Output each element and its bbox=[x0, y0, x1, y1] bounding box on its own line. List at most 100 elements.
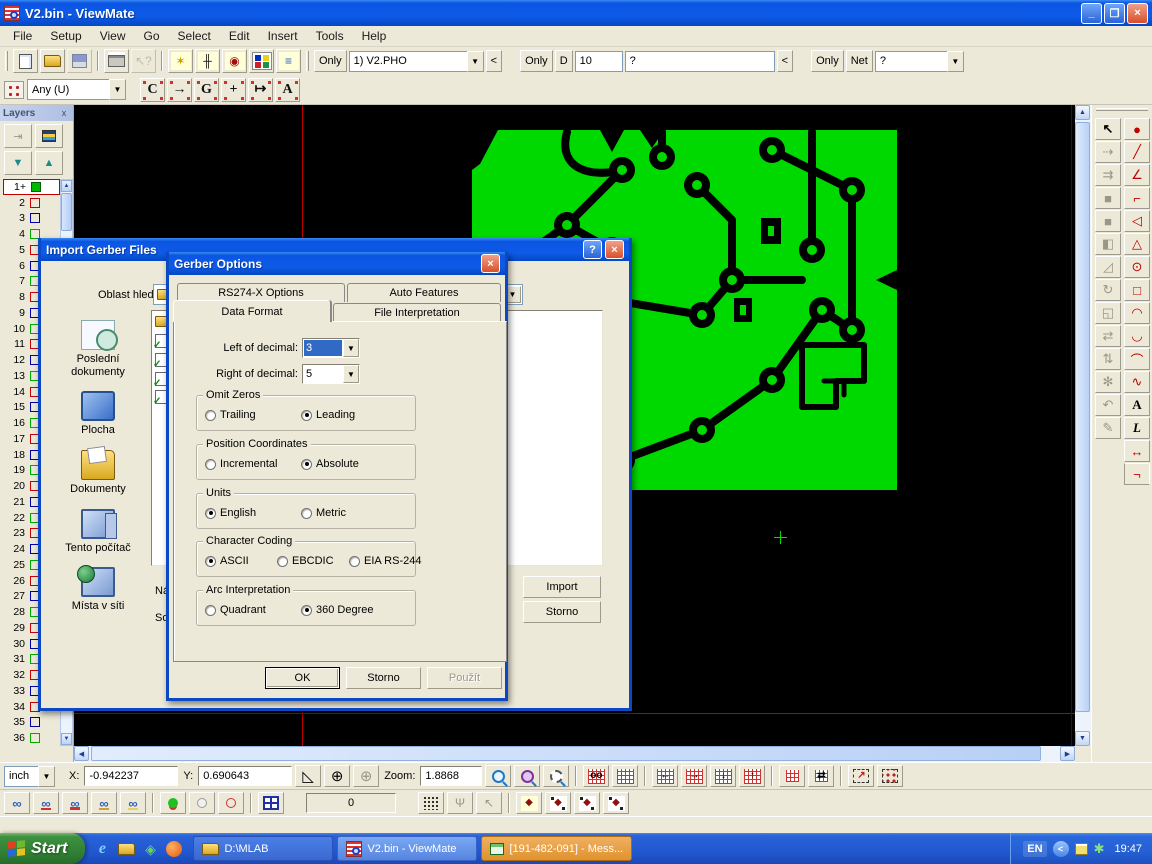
scroll-down-icon[interactable]: ▼ bbox=[1075, 731, 1090, 746]
layer-color-swatch[interactable] bbox=[31, 182, 41, 192]
highlight-outline-button[interactable] bbox=[218, 792, 244, 814]
radio-icon[interactable] bbox=[349, 556, 360, 567]
zoom-grid-button[interactable] bbox=[514, 765, 540, 787]
green-app-icon[interactable]: ◈ bbox=[141, 840, 159, 858]
radio-icon[interactable] bbox=[301, 410, 312, 421]
minimize-button[interactable]: _ bbox=[1081, 3, 1102, 24]
radio-360-degree[interactable]: 360 Degree bbox=[301, 604, 397, 616]
scroll-up-icon[interactable]: ▲ bbox=[1075, 105, 1090, 120]
view-layers-button[interactable]: ∞ bbox=[33, 792, 59, 814]
layer-stack-button[interactable] bbox=[35, 124, 63, 148]
dcode-button[interactable]: D bbox=[555, 50, 573, 72]
draw-polyline-button[interactable]: ∠ bbox=[1124, 164, 1150, 186]
highlight-on-button[interactable] bbox=[160, 792, 186, 814]
grid-toggle-button[interactable] bbox=[612, 765, 638, 787]
selection-pattern-icon[interactable] bbox=[4, 81, 24, 99]
gerber-dialog-titlebar[interactable]: Gerber Options × bbox=[169, 252, 505, 275]
radio-icon[interactable] bbox=[277, 556, 288, 567]
select-pad-button[interactable]: + bbox=[221, 78, 246, 102]
radio-incremental[interactable]: Incremental bbox=[205, 458, 301, 470]
zoom-value-field[interactable]: 1.8868 bbox=[420, 766, 482, 786]
flash-highlight-button[interactable]: ✶ bbox=[168, 49, 193, 73]
place-desktop[interactable]: Plocha bbox=[52, 391, 144, 437]
dcode-query-input[interactable]: ? bbox=[625, 51, 775, 72]
grid-points-button[interactable] bbox=[418, 792, 444, 814]
radio-icon[interactable] bbox=[301, 605, 312, 616]
layer-row-36[interactable]: 36 bbox=[3, 730, 60, 746]
radio-english[interactable]: English bbox=[205, 507, 301, 519]
layer-color-swatch[interactable] bbox=[30, 198, 40, 208]
radio-icon[interactable] bbox=[301, 459, 312, 470]
radio-absolute[interactable]: Absolute bbox=[301, 458, 397, 470]
table-button[interactable] bbox=[258, 792, 284, 814]
pan-up-button[interactable]: ↑ bbox=[739, 765, 765, 787]
pan-right-button[interactable]: → bbox=[681, 765, 707, 787]
menu-help[interactable]: Help bbox=[353, 27, 396, 45]
chevron-down-icon[interactable]: ▼ bbox=[947, 51, 964, 72]
menu-file[interactable]: File bbox=[4, 27, 41, 45]
layer-up-button[interactable]: ▲ bbox=[35, 151, 63, 175]
view-board-button[interactable]: ∞ bbox=[120, 792, 146, 814]
radio-metric[interactable]: Metric bbox=[301, 507, 397, 519]
select-net-button[interactable]: ↦ bbox=[248, 78, 273, 102]
select-component-button[interactable]: C bbox=[140, 78, 165, 102]
only-net-button[interactable]: Only bbox=[811, 50, 844, 72]
start-button[interactable]: Start bbox=[0, 833, 85, 864]
prev-layer-button[interactable]: < bbox=[486, 50, 502, 72]
draw-rectangle-button[interactable]: □ bbox=[1124, 279, 1150, 301]
close-button[interactable]: × bbox=[605, 240, 624, 259]
pad-mirror-button[interactable] bbox=[603, 792, 629, 814]
place-computer[interactable]: Tento počítač bbox=[52, 509, 144, 555]
layer-row-3[interactable]: 3 bbox=[3, 211, 60, 227]
left-of-decimal-combo[interactable]: 3 ▼ bbox=[302, 338, 360, 358]
task-mlab[interactable]: D:\MLAB bbox=[193, 836, 333, 861]
dcode-value-input[interactable]: 10 bbox=[575, 51, 623, 72]
ie-icon[interactable]: e bbox=[93, 840, 111, 858]
grid-partial-button[interactable] bbox=[779, 765, 805, 787]
place-recent[interactable]: Poslední dokumenty bbox=[52, 320, 144, 378]
prev-dcode-button[interactable]: < bbox=[777, 50, 793, 72]
net-button[interactable]: Net bbox=[846, 50, 873, 72]
draw-corner-button[interactable]: ⌐ bbox=[1124, 187, 1150, 209]
draw-pad-button[interactable]: ● bbox=[1124, 118, 1150, 140]
cancel-button[interactable]: Storno bbox=[346, 667, 421, 689]
task-viewmate[interactable]: V2.bin - ViewMate bbox=[337, 836, 477, 861]
menu-insert[interactable]: Insert bbox=[259, 27, 307, 45]
draw-ellipse-arc-button[interactable]: ⌒ bbox=[1124, 348, 1150, 370]
draw-chord-arc-button[interactable]: ◠ bbox=[1124, 302, 1150, 324]
draw-line-button[interactable]: ╱ bbox=[1124, 141, 1150, 163]
maximize-button[interactable]: ❐ bbox=[1104, 3, 1125, 24]
radio-icon[interactable] bbox=[205, 556, 216, 567]
scroll-thumb[interactable] bbox=[91, 746, 1041, 761]
measure-glasses-button[interactable]: ≡ bbox=[276, 49, 301, 73]
scroll-up-icon[interactable]: ▲ bbox=[61, 180, 72, 192]
ok-button[interactable]: OK bbox=[265, 667, 340, 689]
select-trace-button[interactable]: → bbox=[167, 78, 192, 102]
zoom-window-button[interactable] bbox=[543, 765, 569, 787]
radio-quadrant[interactable]: Quadrant bbox=[205, 604, 301, 616]
new-file-button[interactable] bbox=[13, 49, 38, 73]
print-button[interactable] bbox=[104, 49, 129, 73]
grid-dcodes-button[interactable]: oo bbox=[583, 765, 609, 787]
layer-color-swatch[interactable] bbox=[30, 717, 40, 727]
draw-circle-button[interactable]: ⊙ bbox=[1124, 256, 1150, 278]
radio-icon[interactable] bbox=[205, 508, 216, 519]
layer-advance-button[interactable]: ⇥ bbox=[4, 124, 32, 148]
tab-data-format[interactable]: Data Format bbox=[173, 300, 331, 322]
resize-window-button[interactable]: ↗ bbox=[848, 765, 874, 787]
only-dcode-button[interactable]: Only bbox=[520, 50, 553, 72]
layer-down-button[interactable]: ▼ bbox=[4, 151, 32, 175]
scroll-right-icon[interactable]: ▶ bbox=[1060, 746, 1075, 761]
chevron-down-icon[interactable]: ▼ bbox=[343, 339, 359, 357]
layer-row-35[interactable]: 35 bbox=[3, 715, 60, 731]
open-file-button[interactable] bbox=[40, 49, 65, 73]
help-button[interactable]: ? bbox=[583, 240, 602, 259]
grid-move-button[interactable]: ⇄ bbox=[808, 765, 834, 787]
pan-down-button[interactable]: ↓ bbox=[710, 765, 736, 787]
chevron-down-icon[interactable]: ▼ bbox=[467, 51, 484, 72]
scroll-thumb[interactable] bbox=[1075, 122, 1090, 712]
flash-select-button[interactable] bbox=[516, 792, 542, 814]
view-objects-button[interactable]: ∞ bbox=[4, 792, 30, 814]
tab-auto-features[interactable]: Auto Features bbox=[347, 283, 501, 302]
radio-icon[interactable] bbox=[301, 508, 312, 519]
